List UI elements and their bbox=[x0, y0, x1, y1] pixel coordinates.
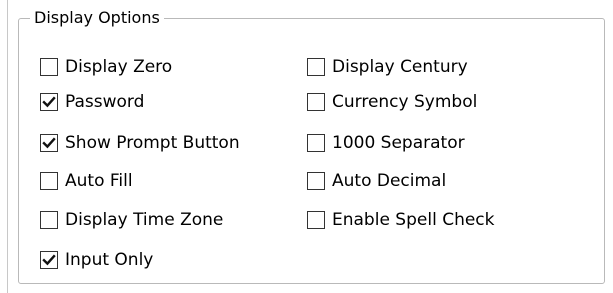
option-enable-spell-check[interactable]: Enable Spell Check bbox=[307, 209, 495, 231]
option-show-prompt-button[interactable]: Show Prompt Button bbox=[40, 132, 240, 154]
option-display-time-zone[interactable]: Display Time Zone bbox=[40, 209, 223, 231]
checkbox-1000-separator[interactable] bbox=[307, 134, 325, 152]
checkbox-display-century[interactable] bbox=[307, 58, 325, 76]
checkmark-icon bbox=[42, 254, 56, 266]
panel-edge bbox=[0, 0, 8, 293]
checkbox-show-prompt-button[interactable] bbox=[40, 134, 58, 152]
option-password[interactable]: Password bbox=[40, 91, 144, 113]
checkbox-currency-symbol[interactable] bbox=[307, 93, 325, 111]
option-label: Show Prompt Button bbox=[65, 133, 240, 153]
option-label: Display Zero bbox=[65, 57, 173, 77]
option-currency-symbol[interactable]: Currency Symbol bbox=[307, 91, 477, 113]
checkmark-icon bbox=[42, 96, 56, 108]
option-input-only[interactable]: Input Only bbox=[40, 249, 153, 271]
option-label: Enable Spell Check bbox=[332, 210, 495, 230]
checkbox-auto-fill[interactable] bbox=[40, 172, 58, 190]
checkbox-input-only[interactable] bbox=[40, 251, 58, 269]
option-label: Auto Fill bbox=[65, 171, 133, 191]
option-1000-separator[interactable]: 1000 Separator bbox=[307, 132, 465, 154]
option-display-century[interactable]: Display Century bbox=[307, 56, 468, 78]
option-display-zero[interactable]: Display Zero bbox=[40, 56, 172, 78]
checkbox-display-zero[interactable] bbox=[40, 58, 58, 76]
option-label: 1000 Separator bbox=[332, 133, 465, 153]
option-label: Input Only bbox=[65, 250, 154, 270]
option-label: Currency Symbol bbox=[332, 92, 478, 112]
checkbox-password[interactable] bbox=[40, 93, 58, 111]
option-label: Password bbox=[65, 92, 145, 112]
option-label: Auto Decimal bbox=[332, 171, 447, 191]
group-title: Display Options bbox=[30, 8, 164, 28]
option-label: Display Century bbox=[332, 57, 468, 77]
option-auto-fill[interactable]: Auto Fill bbox=[40, 170, 133, 192]
checkbox-enable-spell-check[interactable] bbox=[307, 211, 325, 229]
option-auto-decimal[interactable]: Auto Decimal bbox=[307, 170, 446, 192]
checkbox-auto-decimal[interactable] bbox=[307, 172, 325, 190]
checkmark-icon bbox=[42, 137, 56, 149]
checkbox-display-time-zone[interactable] bbox=[40, 211, 58, 229]
option-label: Display Time Zone bbox=[65, 210, 224, 230]
